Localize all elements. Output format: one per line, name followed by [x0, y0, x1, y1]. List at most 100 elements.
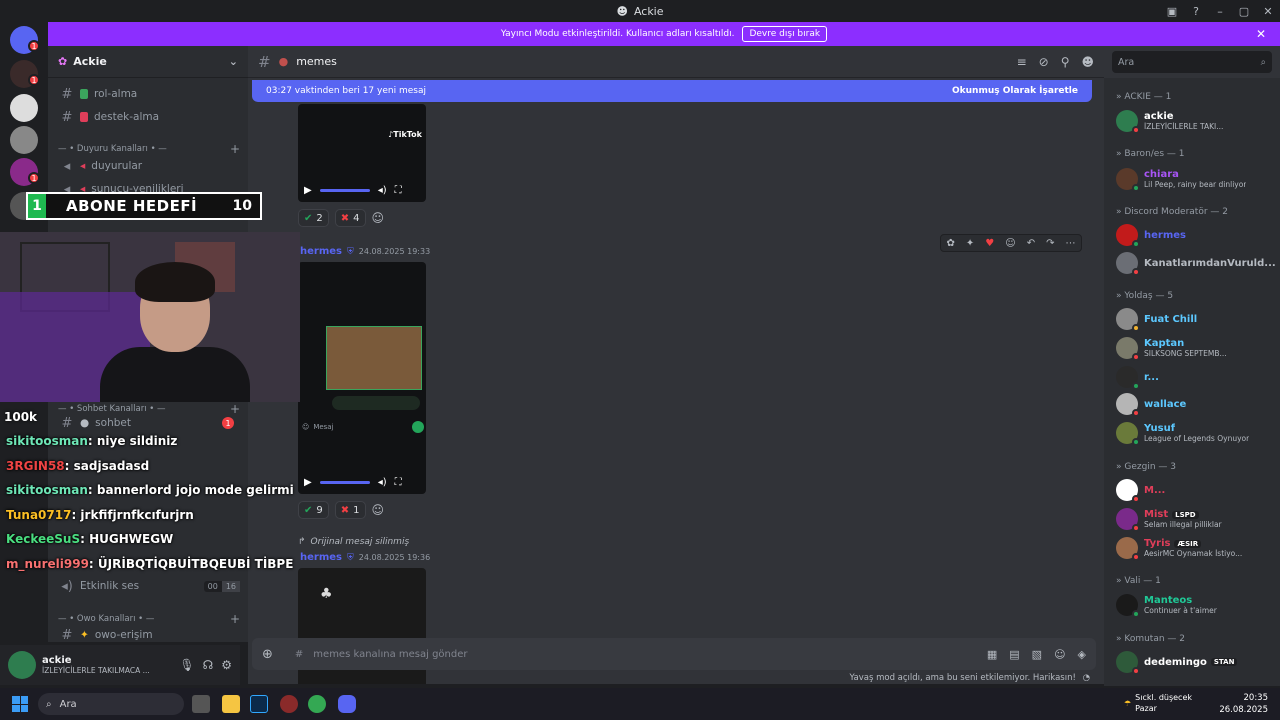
volume-icon[interactable]: ◂) — [378, 477, 387, 488]
windows-start-icon[interactable] — [12, 696, 28, 712]
member-item[interactable]: ackie İZLEYİCİLERLE TAKI... — [1116, 108, 1276, 134]
reaction-emoji-icon[interactable]: ✿ — [947, 238, 955, 249]
members-icon[interactable]: ☻ — [1081, 55, 1094, 69]
member-item[interactable]: hermes — [1116, 222, 1276, 248]
message-author[interactable]: hermes — [300, 246, 342, 257]
add-reaction-icon[interactable]: ☺ — [372, 503, 385, 517]
channel-owo-erisim[interactable]: # ✦ owo-erişim — [56, 625, 240, 645]
add-channel-icon[interactable]: + — [230, 612, 240, 626]
discord-icon[interactable] — [338, 695, 356, 713]
gear-icon[interactable]: ⚙ — [221, 658, 232, 672]
channel-duyurular[interactable]: ◂ ◂ duyurular — [56, 156, 240, 176]
reaction-cross[interactable]: ✖ 4 — [334, 209, 366, 227]
server-badge-icon: ✿ — [58, 55, 68, 68]
close-button[interactable]: ✕ — [1256, 0, 1280, 22]
server-icon[interactable] — [10, 126, 38, 154]
help-icon[interactable]: ? — [1184, 0, 1208, 22]
search-input[interactable]: Ara ⌕ — [1112, 51, 1272, 73]
photoshop-icon[interactable] — [250, 695, 268, 713]
tiktok-logo-icon: ♪TikTok — [388, 130, 422, 139]
member-item[interactable]: KanatlarımdanVuruld... — [1116, 250, 1276, 276]
member-item[interactable]: Tyris ÆSIR AesirMC Oynamak İstiyo... — [1116, 535, 1276, 561]
channel-rol-alma[interactable]: # rol-alma — [56, 84, 240, 104]
threads-icon[interactable]: ≡ — [1017, 55, 1027, 69]
clock[interactable]: 20:35 26.08.2025 — [1219, 692, 1268, 716]
mark-as-read-button[interactable]: Okunmuş Olarak İşaretle — [952, 86, 1078, 96]
server-icon[interactable] — [10, 94, 38, 122]
microphone-icon[interactable]: 🎙︎ — [179, 658, 194, 672]
channel-sohbet[interactable]: # ● sohbet 1 — [56, 413, 240, 433]
seek-bar[interactable] — [319, 480, 370, 484]
video-attachment[interactable]: ☺ Mesaj ▶ ◂) ⛶ — [298, 262, 426, 494]
add-attachment-icon[interactable]: ⊕ — [262, 647, 273, 662]
reply-icon[interactable]: ↶ — [1027, 238, 1035, 249]
member-item[interactable]: Yusuf League of Legends Oynuyor — [1116, 420, 1276, 446]
new-messages-bar[interactable]: 03:27 vaktinden beri 17 yeni mesaj Okunm… — [252, 80, 1092, 102]
more-icon[interactable]: ⋯ — [1065, 238, 1075, 249]
voice-channel-etkinlik-ses[interactable]: ◂) Etkinlik ses 00 16 — [56, 576, 240, 596]
server-header[interactable]: ✿ Ackie ⌄ — [48, 46, 248, 78]
avatar[interactable] — [8, 651, 36, 679]
video-attachment[interactable]: ♪TikTok ▶ ◂) ⛶ — [298, 104, 426, 202]
member-item[interactable]: wallace — [1116, 391, 1276, 417]
minimize-button[interactable]: – — [1208, 0, 1232, 22]
member-category: » Komutan — 2 — [1116, 634, 1185, 644]
channel-emoji-icon: ◂ — [80, 160, 86, 172]
headphones-icon[interactable]: ☊ — [203, 658, 214, 672]
volume-icon[interactable]: ◂) — [378, 185, 387, 196]
maximize-button[interactable]: ▢ — [1232, 0, 1256, 22]
inbox-icon[interactable]: ▣ — [1160, 0, 1184, 22]
task-view-icon[interactable] — [192, 695, 210, 713]
category-announce[interactable]: — • Duyuru Kanalları • — + — [58, 142, 240, 156]
channel-destek-alma[interactable]: # destek-alma — [56, 107, 240, 127]
seek-bar[interactable] — [319, 188, 370, 192]
emoji-icon: ☺ — [302, 423, 310, 431]
reaction-check[interactable]: ✔ 2 — [298, 209, 329, 227]
message-composer[interactable]: ⊕ # memes kanalına mesaj gönder ▦ ▤ ▧ ☺ … — [252, 638, 1096, 670]
gif-icon[interactable]: ▤ — [1009, 648, 1019, 661]
member-item[interactable]: M... — [1116, 477, 1276, 503]
member-item[interactable]: chiara Lil Peep, rainy bear dinliyor — [1116, 166, 1276, 192]
timer-icon: ◔ — [1082, 673, 1090, 683]
app-icon[interactable] — [280, 695, 298, 713]
play-icon[interactable]: ▶ — [304, 185, 312, 196]
apps-icon[interactable]: ◈ — [1078, 648, 1086, 661]
member-item[interactable]: Kaptan SILKSONG SEPTEMB... — [1116, 335, 1276, 361]
category-owo[interactable]: — • Owo Kanalları • — + — [58, 612, 240, 626]
video-thumbnail — [326, 326, 422, 390]
fullscreen-icon[interactable]: ⛶ — [395, 477, 402, 488]
sticker-icon[interactable]: ▧ — [1032, 648, 1042, 661]
weather-widget[interactable]: ☂ Sıckl. düşecek Pazar — [1124, 692, 1192, 714]
add-channel-icon[interactable]: + — [230, 142, 240, 156]
member-name: dedemingo — [1144, 656, 1207, 668]
chrome-icon[interactable] — [308, 695, 326, 713]
pin-icon[interactable]: ⚲ — [1061, 55, 1070, 69]
add-reaction-icon[interactable]: ☺ — [372, 211, 385, 225]
reaction-cross[interactable]: ✖ 1 — [334, 501, 366, 519]
reaction-emoji-icon[interactable]: ✦ — [966, 238, 974, 249]
heart-icon[interactable]: ♥ — [985, 238, 994, 249]
taskbar-search[interactable]: ⌕ Ara — [38, 693, 184, 715]
close-icon[interactable]: ✕ — [1256, 27, 1266, 41]
gift-icon[interactable]: ▦ — [987, 648, 997, 661]
fullscreen-icon[interactable]: ⛶ — [395, 185, 402, 196]
stream-chat-user: sikitoosman — [6, 434, 88, 448]
member-tag: STAN — [1210, 658, 1238, 666]
reaction-check[interactable]: ✔ 9 — [298, 501, 329, 519]
forward-icon[interactable]: ↷ — [1046, 238, 1054, 249]
member-item[interactable]: dedemingo STAN — [1116, 649, 1276, 675]
member-item[interactable]: Manteos Continuer à t'aimer — [1116, 592, 1276, 618]
message-author[interactable]: hermes — [300, 552, 342, 563]
emoji-icon[interactable]: ☺ — [1054, 648, 1065, 661]
member-item[interactable]: r... — [1116, 364, 1276, 390]
mute-icon[interactable]: ⊘ — [1039, 55, 1049, 69]
file-explorer-icon[interactable] — [222, 695, 240, 713]
add-reaction-icon[interactable]: ☺ — [1005, 238, 1015, 249]
member-item[interactable]: Fuat Chill — [1116, 306, 1276, 332]
disable-streamer-mode-button[interactable]: Devre dışı bırak — [742, 26, 828, 42]
member-item[interactable]: Mist LSPD Selam illegal pilliklar — [1116, 506, 1276, 532]
member-name: Tyris — [1144, 538, 1171, 549]
play-icon[interactable]: ▶ — [304, 477, 312, 488]
category-label: — • Duyuru Kanalları • — — [58, 144, 167, 154]
new-messages-text: 03:27 vaktinden beri 17 yeni mesaj — [266, 86, 426, 96]
